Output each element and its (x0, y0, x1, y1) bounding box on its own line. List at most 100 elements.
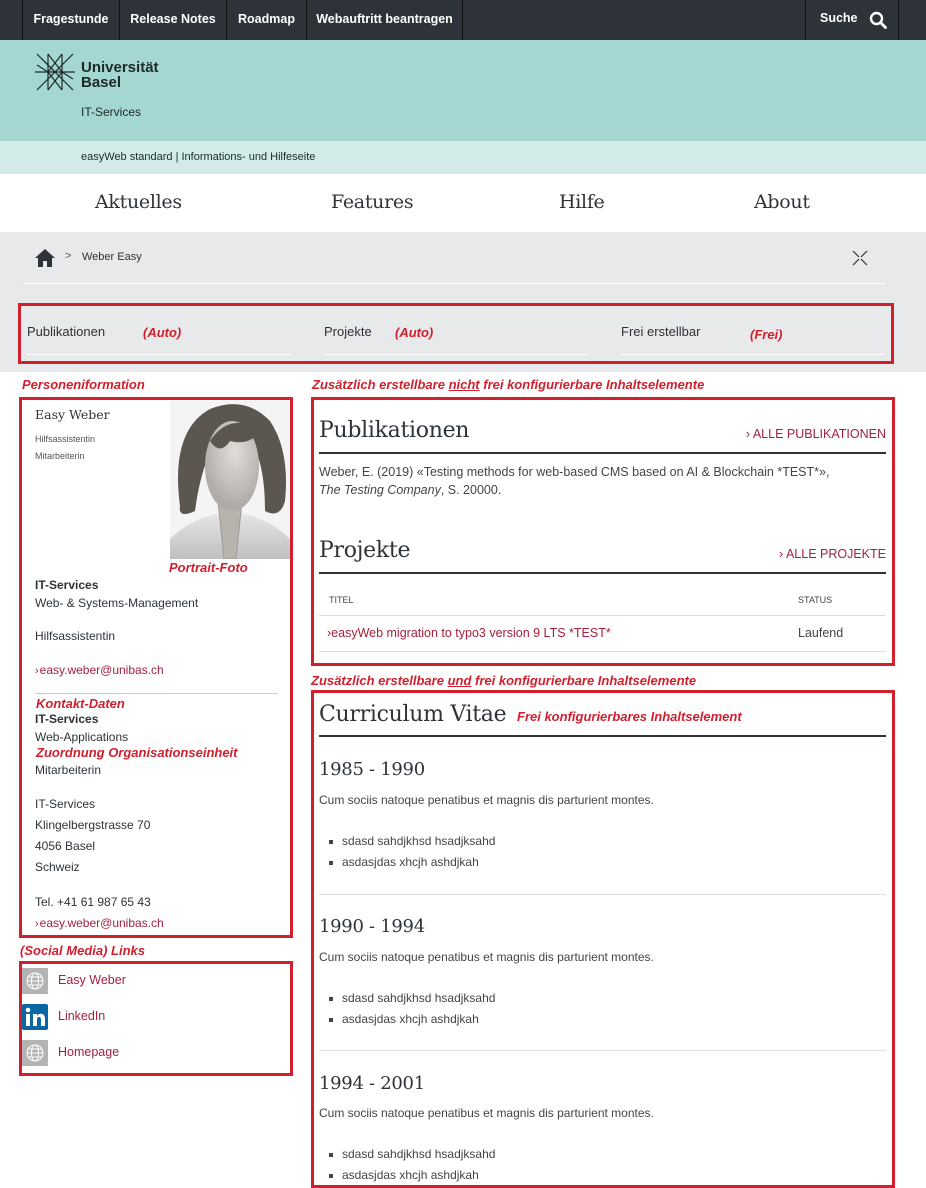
chevron-right-icon: › (35, 918, 39, 930)
person-name: Easy Weber (35, 407, 110, 422)
breadcrumb-current: Weber Easy (82, 251, 142, 263)
contact-department: Web-Applications (35, 730, 129, 744)
link-text: ALLE PUBLIKATIONEN (752, 427, 886, 441)
cv-entry-bullet: asdasjdas xhcjh ashdjkah (329, 1168, 479, 1182)
annotation-portrait: Portrait-Foto (169, 560, 248, 575)
tab-frei-erstellbar[interactable]: Frei erstellbar (Frei) (621, 321, 885, 355)
publication-entry: Weber, E. (2019) «Testing methods for we… (319, 463, 886, 499)
globe-icon[interactable] (22, 968, 48, 994)
projects-title: Projekte (319, 538, 411, 563)
cv-entry-description: Cum sociis natoque penatibus et magnis d… (319, 950, 654, 964)
annotation-org-unit: Zuordnung Organisationseinheit (36, 745, 238, 760)
cv-entry-bullet: asdasjdas xhcjh ashdjkah (329, 855, 479, 869)
annotation-not-configurable: Zusätzlich erstellbare nicht frei konfig… (312, 377, 704, 392)
breadcrumb-area: > Weber Easy Publikationen (Auto) Projek… (0, 232, 926, 372)
linkedin-icon[interactable] (22, 1004, 48, 1030)
topnav-roadmap[interactable]: Roadmap (226, 0, 306, 40)
annotation-contact: Kontakt-Daten (36, 696, 125, 711)
cv-entry-description: Cum sociis natoque penatibus et magnis d… (319, 793, 654, 807)
table-divider (319, 615, 886, 616)
globe-icon[interactable] (22, 1040, 48, 1066)
university-logo-icon[interactable] (35, 52, 75, 92)
contact-role: Mitarbeiterin (35, 763, 102, 777)
annotation-configurable: Zusätzlich erstellbare und frei konfigur… (311, 673, 696, 688)
site-subtitle-band: easyWeb standard | Informations- und Hil… (0, 141, 926, 174)
mainnav-hilfe[interactable]: Hilfe (559, 191, 605, 213)
chevron-right-icon: › (779, 547, 786, 561)
search-icon (869, 11, 887, 29)
topnav-webauftritt-beantragen[interactable]: Webauftritt beantragen (306, 0, 463, 40)
cv-entry-years: 1990 - 1994 (319, 916, 425, 937)
publications-title: Publikationen (319, 418, 470, 443)
tab-annotation: (Auto) (395, 325, 434, 340)
mainnav-features[interactable]: Features (331, 191, 414, 213)
tab-label: Publikationen (27, 324, 106, 339)
project-status: Laufend (798, 626, 844, 640)
annotation-emphasis: und (447, 673, 472, 688)
mainnav-about[interactable]: About (754, 191, 810, 213)
link-text: ALLE PROJEKTE (785, 547, 886, 561)
social-link-easy-weber[interactable]: Easy Weber (58, 973, 126, 987)
top-bar: Fragestunde Release Notes Roadmap Webauf… (0, 0, 926, 40)
breadcrumb-separator: > (65, 250, 72, 262)
expand-icon[interactable] (850, 248, 870, 268)
email-text: easy.weber@unibas.ch (39, 663, 164, 677)
home-icon[interactable] (35, 248, 55, 268)
annotation-cv: Frei konfigurierbares Inhaltselement (517, 709, 742, 724)
chevron-right-icon: › (745, 427, 753, 441)
projects-col-status[interactable]: STATUS (798, 595, 832, 605)
person-function: Hilfsassistentin (35, 629, 116, 643)
person-role: Mitarbeiterin (35, 451, 85, 461)
all-projects-link[interactable]: › ALLE PROJEKTE (779, 547, 886, 561)
publications-rule (319, 452, 886, 454)
breadcrumb-divider (23, 283, 885, 284)
publication-pages: , S. 20000. (440, 483, 502, 497)
cv-divider (319, 1050, 886, 1051)
table-divider (319, 651, 886, 652)
topnav-release-notes[interactable]: Release Notes (119, 0, 226, 40)
tab-annotation: (Frei) (750, 327, 783, 342)
chevron-right-icon: › (35, 665, 39, 677)
cv-entry-years: 1985 - 1990 (319, 759, 425, 780)
tab-projekte[interactable]: Projekte (Auto) (324, 321, 588, 355)
contact-org: IT-Services (35, 712, 99, 726)
address-line: Schweiz (35, 860, 80, 874)
university-logo-text[interactable]: Universität Basel (81, 60, 159, 90)
publication-publisher: The Testing Company (319, 483, 441, 497)
all-publications-link[interactable]: › ALLE PUBLIKATIONEN (746, 427, 886, 441)
annotation-text: frei konfigurierbare Inhaltselemente (471, 673, 697, 688)
projects-col-title[interactable]: TITEL (329, 595, 354, 605)
person-org: IT-Services (35, 578, 99, 592)
annotation-person: Personeniformation (22, 377, 145, 392)
contact-phone: Tel. +41 61 987 65 43 (35, 895, 151, 909)
project-title-link[interactable]: ›easyWeb migration to typo3 version 9 LT… (327, 626, 611, 640)
search-button[interactable]: Suche (805, 0, 899, 40)
social-link-homepage[interactable]: Homepage (58, 1045, 119, 1059)
address-line: 4056 Basel (35, 839, 96, 853)
cv-entry-bullet: asdasjdas xhcjh ashdjkah (329, 1012, 479, 1026)
search-label: Suche (820, 11, 858, 25)
social-link-linkedin[interactable]: LinkedIn (58, 1009, 105, 1023)
contact-email-link[interactable]: ›easy.weber@unibas.ch (35, 916, 164, 930)
tab-annotation: (Auto) (143, 325, 182, 340)
annotation-social: (Social Media) Links (20, 943, 145, 958)
cv-title: Curriculum Vitae (319, 702, 507, 727)
cv-entry-bullet: sdasd sahdjkhsd hsadjksahd (328, 1147, 496, 1161)
projects-rule (319, 572, 886, 574)
person-role: Hilfsassistentin (35, 434, 96, 444)
person-divider (35, 693, 278, 694)
topnav-fragestunde[interactable]: Fragestunde (22, 0, 119, 40)
email-text: easy.weber@unibas.ch (39, 916, 164, 930)
address-line: Klingelbergstrasse 70 (35, 818, 151, 832)
project-title: easyWeb migration to typo3 version 9 LTS… (331, 626, 611, 640)
person-silhouette-icon (170, 401, 290, 559)
tab-label: Frei erstellbar (621, 324, 701, 339)
main-nav: Aktuelles Features Hilfe About (0, 174, 926, 232)
portrait-photo (170, 401, 290, 559)
unit-name[interactable]: IT-Services (81, 105, 141, 119)
site-subtitle: easyWeb standard | Informations- und Hil… (81, 151, 316, 163)
person-email-link[interactable]: ›easy.weber@unibas.ch (35, 663, 164, 677)
mainnav-aktuelles[interactable]: Aktuelles (95, 191, 182, 213)
cv-entry-years: 1994 - 2001 (319, 1073, 425, 1094)
tab-publikationen[interactable]: Publikationen (Auto) (27, 321, 291, 355)
